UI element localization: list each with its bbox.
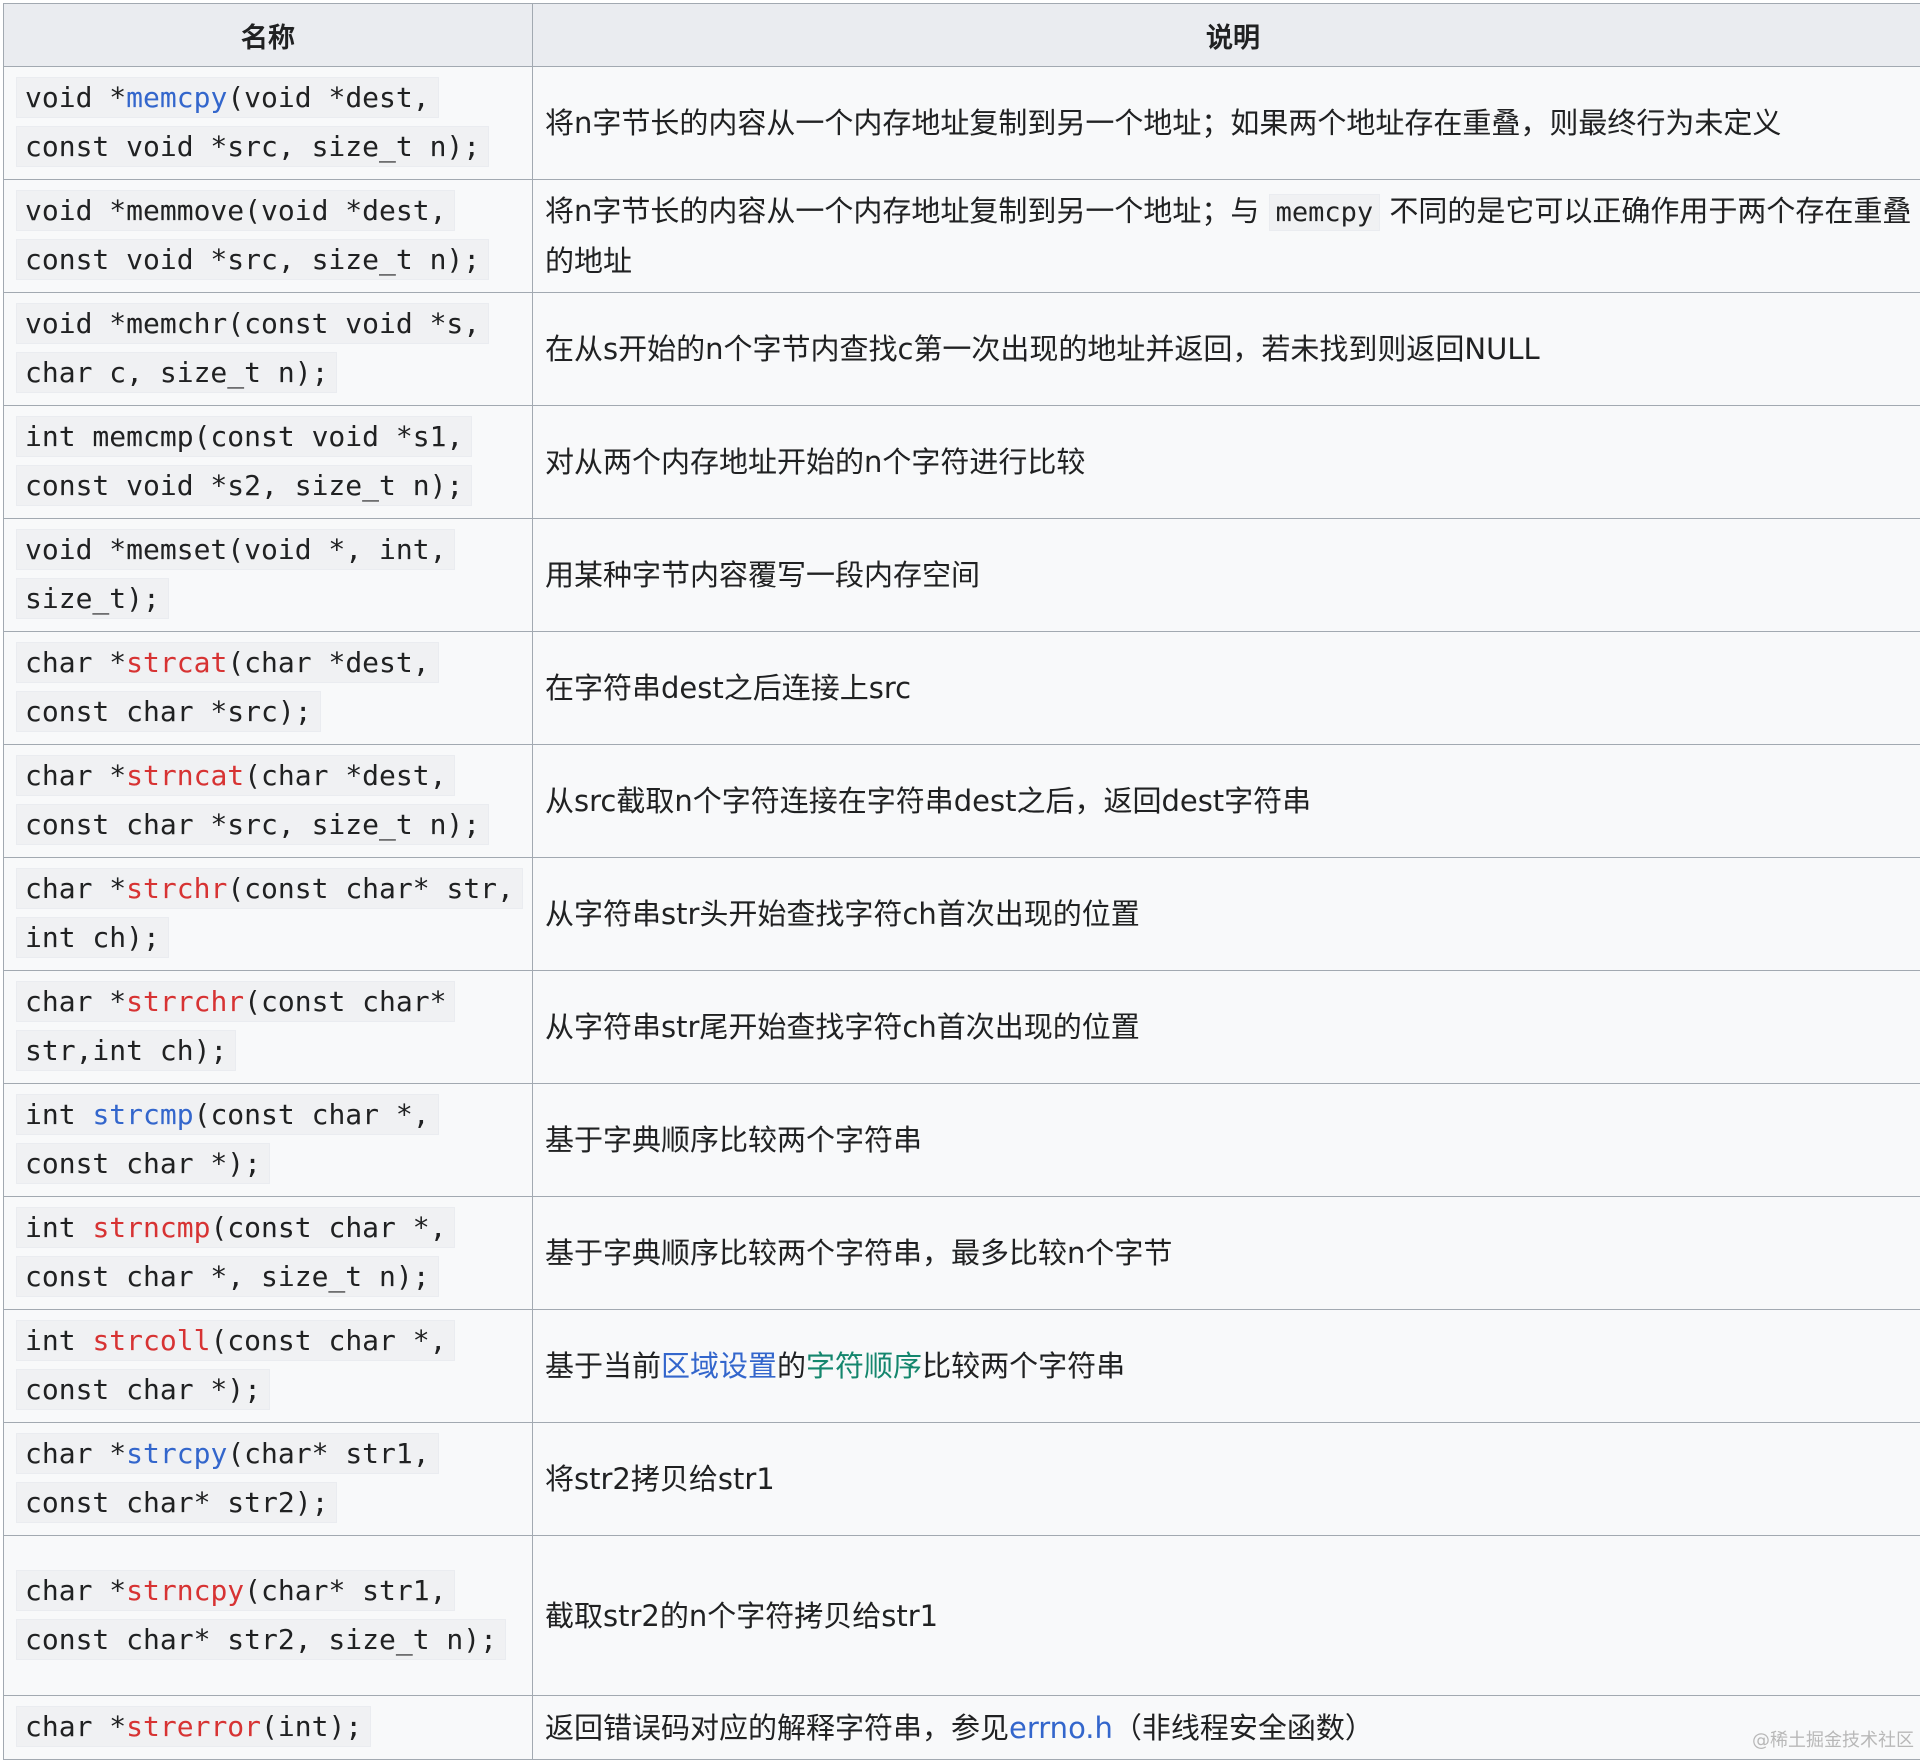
function-signature: char *strncat(char *dest, const char *sr…	[16, 755, 489, 845]
function-signature-cell: void *memmove(void *dest, const void *sr…	[4, 180, 533, 293]
function-signature-cell: void *memset(void *, int, size_t);	[4, 519, 533, 632]
table-row: int strcmp(const char *, const char *); …	[4, 1084, 1920, 1197]
signature-prefix: char *	[25, 1437, 126, 1470]
description-cell: 从字符串str尾开始查找字符ch首次出现的位置	[533, 971, 1920, 1084]
function-signature-cell: char *strrchr(const char* str,int ch);	[4, 971, 533, 1084]
function-link-memcpy[interactable]: memcpy	[126, 81, 227, 114]
function-signature-cell: char *strerror(int);	[4, 1696, 533, 1760]
header-description: 说明	[533, 4, 1920, 67]
function-link-strcat[interactable]: strcat	[126, 646, 227, 679]
function-signature-cell: char *strncat(char *dest, const char *sr…	[4, 745, 533, 858]
function-signature-cell: int memcmp(const void *s1, const void *s…	[4, 406, 533, 519]
function-link-strcoll[interactable]: strcoll	[92, 1324, 210, 1357]
function-link-strerror[interactable]: strerror	[126, 1710, 261, 1743]
table-row: char *strcat(char *dest, const char *src…	[4, 632, 1920, 745]
function-signature-cell: int strcmp(const char *, const char *);	[4, 1084, 533, 1197]
function-signature: void *memcpy(void *dest, const void *src…	[16, 77, 489, 167]
function-signature: char *strcpy(char* str1, const char* str…	[16, 1433, 439, 1523]
description-cell: 用某种字节内容覆写一段内存空间	[533, 519, 1920, 632]
description-cell: 在字符串dest之后连接上src	[533, 632, 1920, 745]
function-signature-cell: void *memchr(const void *s, char c, size…	[4, 293, 533, 406]
function-signature: void *memchr(const void *s, char c, size…	[16, 303, 489, 393]
function-signature: int strcoll(const char *, const char *);	[16, 1320, 455, 1410]
table-row: int strncmp(const char *, const char *, …	[4, 1197, 1920, 1310]
function-signature-cell: int strcoll(const char *, const char *);	[4, 1310, 533, 1423]
function-signature-cell: char *strchr(const char* str, int ch);	[4, 858, 533, 971]
signature-prefix: int	[25, 1324, 92, 1357]
function-signature-cell: char *strncpy(char* str1, const char* st…	[4, 1536, 533, 1696]
header-name: 名称	[4, 4, 533, 67]
signature-prefix: void *	[25, 81, 126, 114]
function-signature-cell: char *strcpy(char* str1, const char* str…	[4, 1423, 533, 1536]
description-text: 比较两个字符串	[922, 1349, 1125, 1383]
signature-prefix: int	[25, 1211, 92, 1244]
function-signature: void *memmove(void *dest, const void *sr…	[16, 190, 489, 280]
description-cell: 基于字典顺序比较两个字符串	[533, 1084, 1920, 1197]
description-cell: 从src截取n个字符连接在字符串dest之后，返回dest字符串	[533, 745, 1920, 858]
description-cell: 基于当前区域设置的字符顺序比较两个字符串	[533, 1310, 1920, 1423]
table-row: char *strerror(int); 返回错误码对应的解释字符串，参见err…	[4, 1696, 1920, 1760]
inline-code-memcpy: memcpy	[1269, 194, 1381, 231]
function-signature: char *strerror(int);	[16, 1706, 371, 1747]
signature-prefix: char *	[25, 646, 126, 679]
function-signature: int strncmp(const char *, const char *, …	[16, 1207, 455, 1297]
signature-prefix: int	[25, 1098, 92, 1131]
function-table: 名称 说明 void *memcpy(void *dest, const voi…	[3, 3, 1920, 1760]
table-row: void *memcpy(void *dest, const void *src…	[4, 67, 1920, 180]
table-header-row: 名称 说明	[4, 4, 1920, 67]
table-row: int strcoll(const char *, const char *);…	[4, 1310, 1920, 1423]
description-cell: 将n字节长的内容从一个内存地址复制到另一个地址；如果两个地址存在重叠，则最终行为…	[533, 67, 1920, 180]
function-link-strchr[interactable]: strchr	[126, 872, 227, 905]
function-signature: char *strchr(const char* str, int ch);	[16, 868, 523, 958]
function-signature-cell: int strncmp(const char *, const char *, …	[4, 1197, 533, 1310]
signature-params: (int);	[261, 1710, 362, 1743]
description-cell: 基于字典顺序比较两个字符串，最多比较n个字节	[533, 1197, 1920, 1310]
table-row: char *strncpy(char* str1, const char* st…	[4, 1536, 1920, 1696]
description-text: （非线程安全函数）	[1113, 1711, 1374, 1745]
description-cell: 返回错误码对应的解释字符串，参见errno.h（非线程安全函数）	[533, 1696, 1920, 1760]
description-cell: 在从s开始的n个字节内查找c第一次出现的地址并返回，若未找到则返回NULL	[533, 293, 1920, 406]
description-text: 的	[777, 1349, 806, 1383]
signature-prefix: char *	[25, 1710, 126, 1743]
function-signature: char *strcat(char *dest, const char *src…	[16, 642, 439, 732]
description-text: 基于当前	[545, 1349, 661, 1383]
function-link-strncat[interactable]: strncat	[126, 759, 244, 792]
signature-prefix: char *	[25, 985, 126, 1018]
table-row: char *strcpy(char* str1, const char* str…	[4, 1423, 1920, 1536]
link-locale-settings[interactable]: 区域设置	[661, 1349, 777, 1383]
description-cell: 截取str2的n个字符拷贝给str1	[533, 1536, 1920, 1696]
description-text: 将n字节长的内容从一个内存地址复制到另一个地址；与	[545, 194, 1269, 228]
table-row: int memcmp(const void *s1, const void *s…	[4, 406, 1920, 519]
function-link-strcpy[interactable]: strcpy	[126, 1437, 227, 1470]
function-link-strncmp[interactable]: strncmp	[92, 1211, 210, 1244]
description-cell: 从字符串str头开始查找字符ch首次出现的位置	[533, 858, 1920, 971]
watermark: @稀土掘金技术社区	[1752, 1726, 1914, 1752]
table-row: char *strchr(const char* str, int ch); 从…	[4, 858, 1920, 971]
table-row: void *memchr(const void *s, char c, size…	[4, 293, 1920, 406]
function-link-strncpy[interactable]: strncpy	[126, 1574, 244, 1607]
description-cell: 对从两个内存地址开始的n个字符进行比较	[533, 406, 1920, 519]
signature-prefix: char *	[25, 759, 126, 792]
table-row: char *strncat(char *dest, const char *sr…	[4, 745, 1920, 858]
signature-prefix: char *	[25, 1574, 126, 1607]
function-signature: int memcmp(const void *s1, const void *s…	[16, 416, 472, 506]
signature-prefix: char *	[25, 872, 126, 905]
function-link-strcmp[interactable]: strcmp	[92, 1098, 193, 1131]
function-link-strrchr[interactable]: strrchr	[126, 985, 244, 1018]
link-collation-order[interactable]: 字符顺序	[806, 1349, 922, 1383]
function-signature: void *memset(void *, int, size_t);	[16, 529, 455, 619]
table-row: void *memset(void *, int, size_t); 用某种字节…	[4, 519, 1920, 632]
link-errno-h[interactable]: errno.h	[1009, 1711, 1113, 1745]
table-row: char *strrchr(const char* str,int ch); 从…	[4, 971, 1920, 1084]
description-cell: 将str2拷贝给str1	[533, 1423, 1920, 1536]
table-row: void *memmove(void *dest, const void *sr…	[4, 180, 1920, 293]
description-text: 返回错误码对应的解释字符串，参见	[545, 1711, 1009, 1745]
function-signature-cell: void *memcpy(void *dest, const void *src…	[4, 67, 533, 180]
function-signature: char *strrchr(const char* str,int ch);	[16, 981, 455, 1071]
function-signature: char *strncpy(char* str1, const char* st…	[16, 1570, 506, 1660]
function-signature: int strcmp(const char *, const char *);	[16, 1094, 439, 1184]
description-cell: 将n字节长的内容从一个内存地址复制到另一个地址；与 memcpy 不同的是它可以…	[533, 180, 1920, 293]
function-signature-cell: char *strcat(char *dest, const char *src…	[4, 632, 533, 745]
